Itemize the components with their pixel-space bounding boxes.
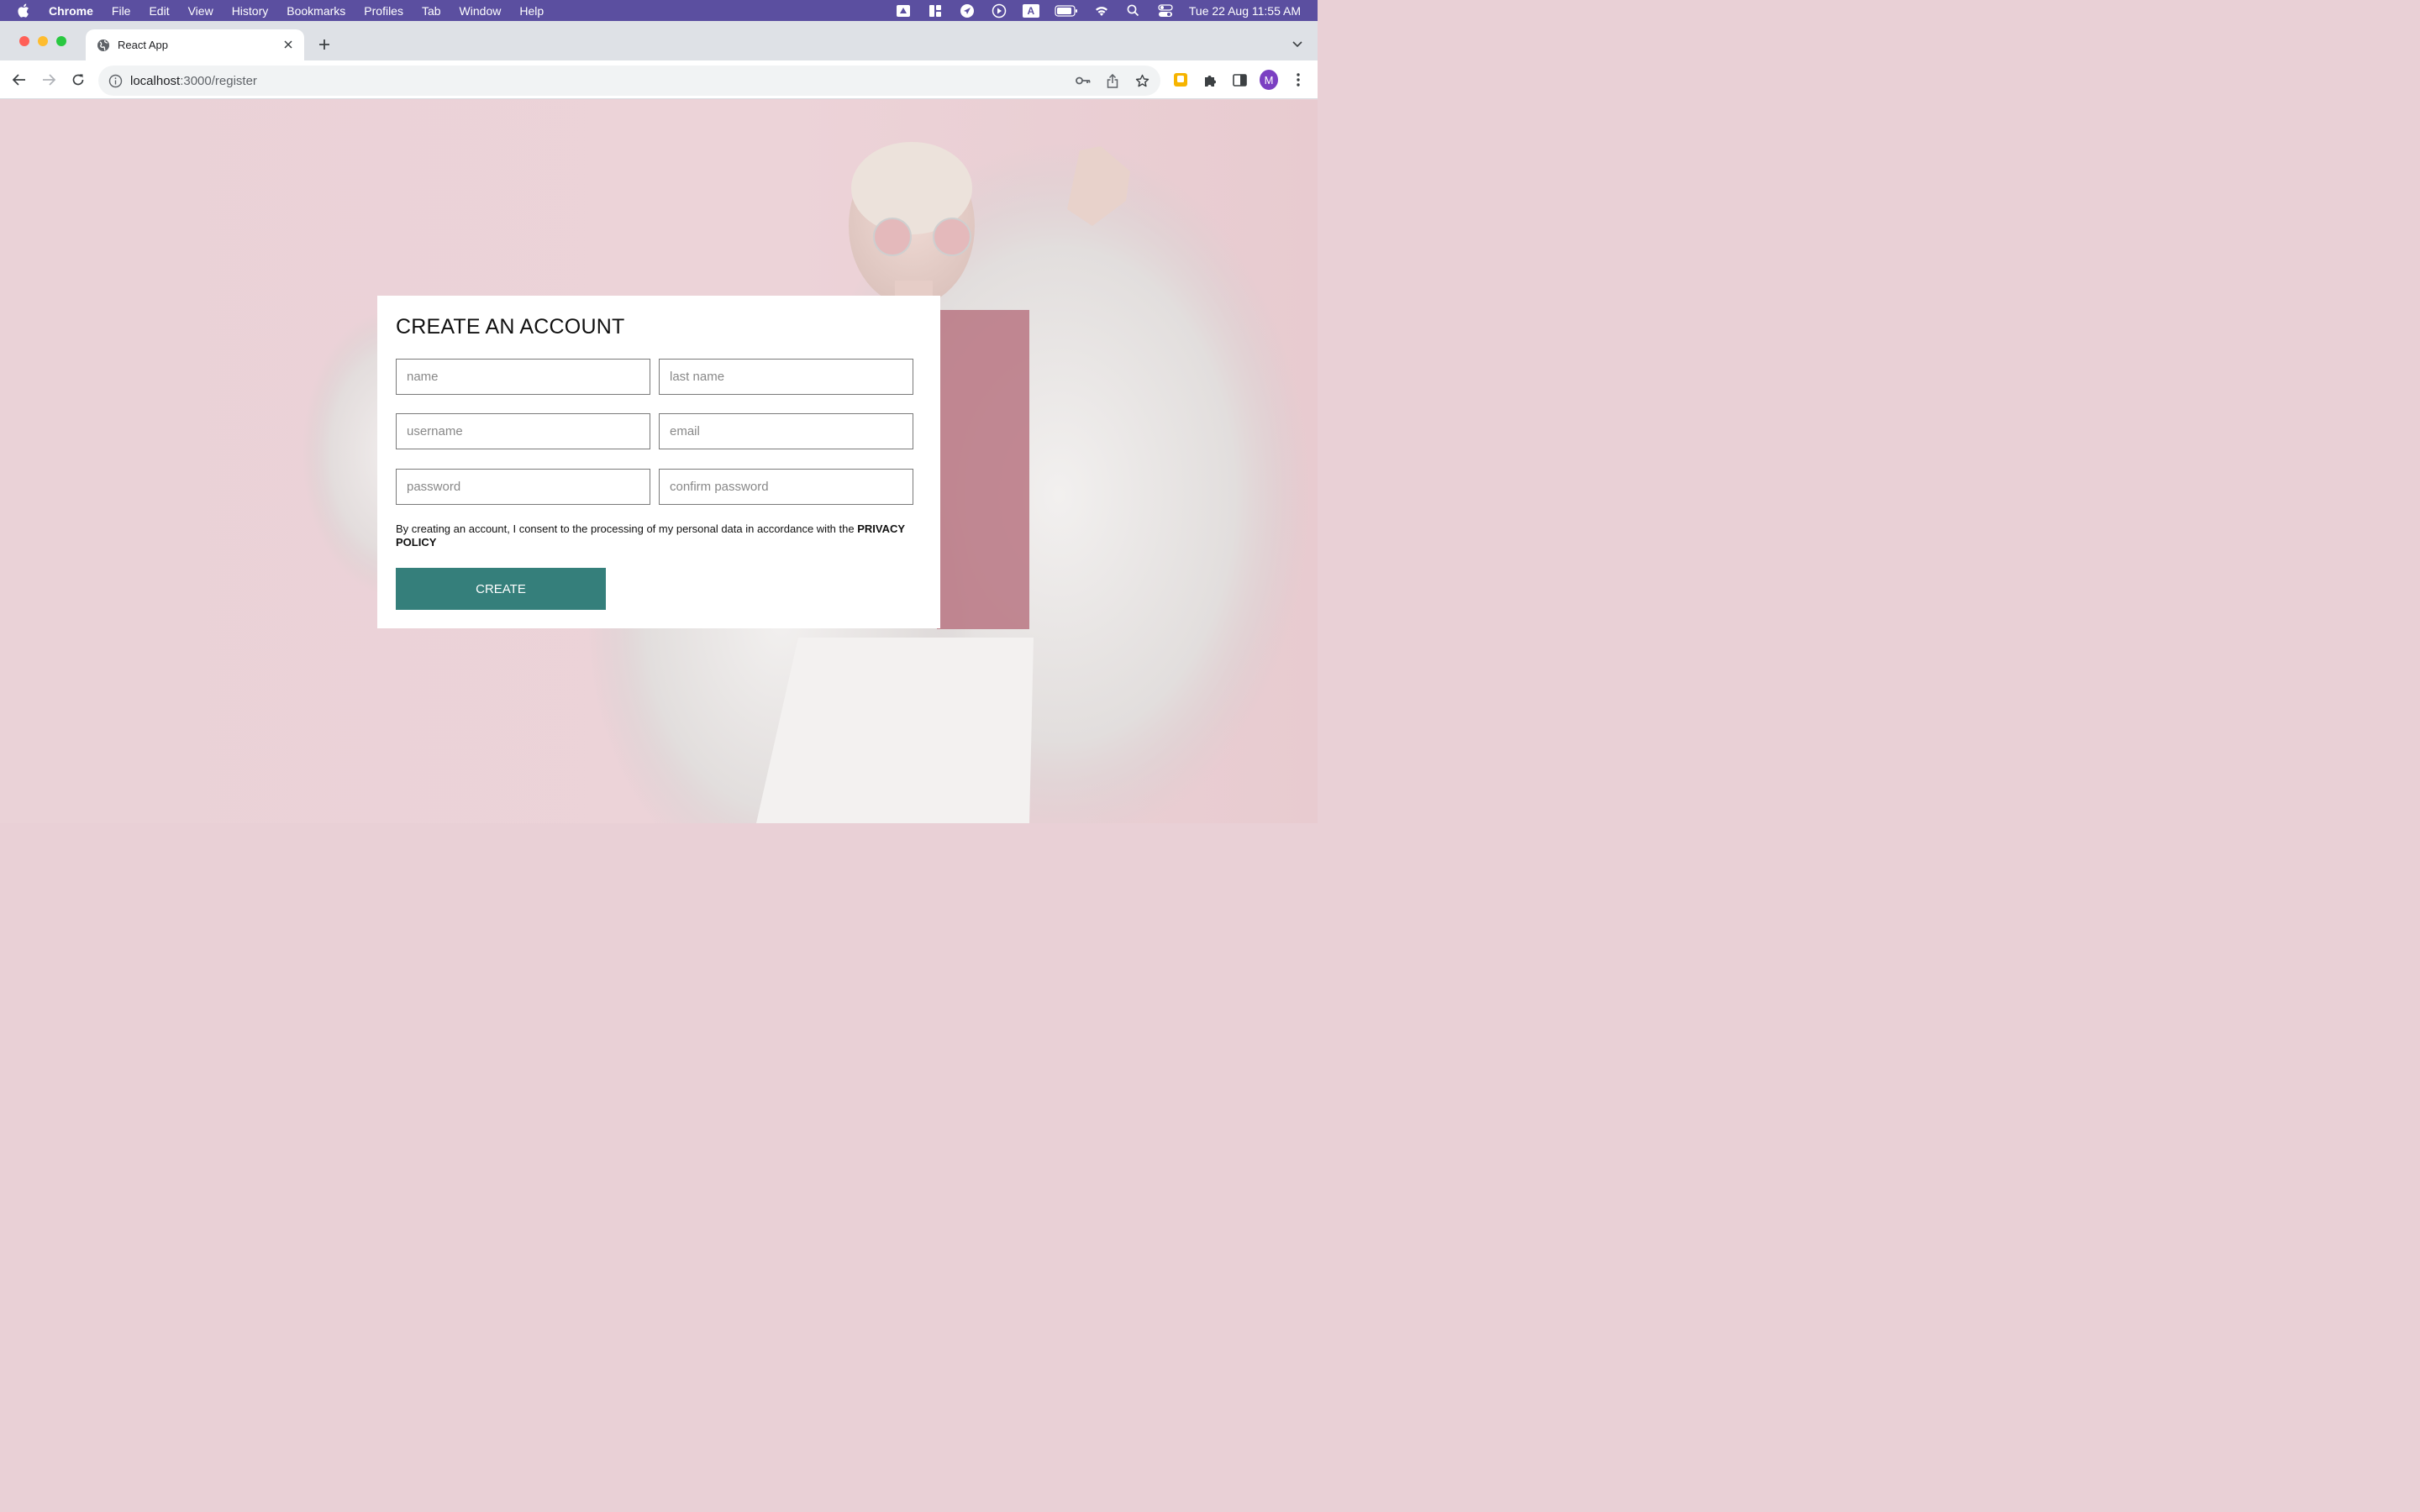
key-icon[interactable] (1075, 72, 1092, 89)
extension-yellow-icon[interactable] (1171, 71, 1190, 89)
share-icon[interactable] (1104, 72, 1121, 89)
drive-icon[interactable] (895, 4, 912, 18)
address-bar[interactable]: localhost:3000/register (98, 66, 1160, 96)
name-input[interactable] (396, 359, 650, 395)
bookmark-star-icon[interactable] (1134, 72, 1150, 89)
url-text[interactable]: localhost:3000/register (130, 74, 257, 88)
menu-bookmarks[interactable]: Bookmarks (287, 4, 345, 18)
browser-toolbar: localhost:3000/register M (0, 60, 1318, 99)
side-panel-icon[interactable] (1230, 71, 1249, 89)
page-title: CREATE AN ACCOUNT (396, 315, 625, 339)
menu-tab[interactable]: Tab (422, 4, 441, 18)
url-path: :3000/register (180, 73, 257, 88)
menubar-status-area: A Tue 22 Aug 11:55 AM (880, 0, 1301, 21)
email-input[interactable] (659, 413, 913, 449)
globe-icon (97, 39, 110, 52)
username-input[interactable] (396, 413, 650, 449)
forward-button[interactable] (39, 71, 58, 89)
navigation-icon[interactable] (959, 3, 976, 18)
back-button[interactable] (10, 71, 29, 89)
profile-avatar[interactable]: M (1260, 70, 1278, 90)
last-name-input[interactable] (659, 359, 913, 395)
menu-edit[interactable]: Edit (149, 4, 169, 18)
menu-help[interactable]: Help (519, 4, 544, 18)
play-icon[interactable] (991, 3, 1007, 18)
battery-icon[interactable] (1055, 4, 1078, 18)
confirm-password-input[interactable] (659, 469, 913, 505)
apple-icon[interactable] (17, 3, 34, 18)
window-minimize-button[interactable] (38, 36, 48, 46)
menu-app-name[interactable]: Chrome (49, 4, 93, 18)
url-host: localhost (130, 73, 181, 88)
register-card: CREATE AN ACCOUNT By creating an account… (377, 296, 940, 628)
window-close-button[interactable] (19, 36, 29, 46)
menu-view[interactable]: View (188, 4, 213, 18)
tab-title: React App (118, 39, 168, 51)
menubar-clock[interactable]: Tue 22 Aug 11:55 AM (1189, 4, 1301, 18)
browser-tab-strip: React App (0, 21, 1318, 60)
menu-file[interactable]: File (112, 4, 131, 18)
input-source-label: A (1022, 3, 1039, 18)
chrome-menu-icon[interactable] (1289, 71, 1307, 89)
tab-react-app[interactable]: React App (86, 29, 304, 60)
extensions-puzzle-icon[interactable] (1201, 71, 1219, 89)
omnibox-actions (1062, 72, 1150, 89)
grid-app-icon[interactable] (927, 4, 944, 18)
reload-button[interactable] (69, 71, 87, 89)
control-center-icon[interactable] (1157, 3, 1174, 18)
input-source-icon[interactable]: A (1022, 3, 1039, 18)
macos-menu-bar: Chrome File Edit View History Bookmarks … (0, 0, 1318, 21)
tab-search-chevron-icon[interactable] (1291, 38, 1304, 51)
consent-text: By creating an account, I consent to the… (396, 522, 908, 549)
new-tab-button[interactable] (315, 35, 334, 54)
toolbar-extensions: M (1160, 70, 1307, 90)
menu-window[interactable]: Window (460, 4, 502, 18)
password-input[interactable] (396, 469, 650, 505)
site-info-icon[interactable] (108, 74, 123, 88)
menu-history[interactable]: History (232, 4, 269, 18)
avatar-letter: M (1260, 70, 1278, 90)
search-icon[interactable] (1125, 4, 1142, 18)
consent-sentence: By creating an account, I consent to the… (396, 522, 858, 535)
tab-close-icon[interactable] (281, 37, 296, 52)
create-button[interactable]: CREATE (396, 568, 606, 610)
menu-profiles[interactable]: Profiles (364, 4, 403, 18)
window-zoom-button[interactable] (56, 36, 66, 46)
page-viewport: CREATE AN ACCOUNT By creating an account… (0, 100, 1318, 823)
wifi-icon[interactable] (1093, 4, 1110, 18)
